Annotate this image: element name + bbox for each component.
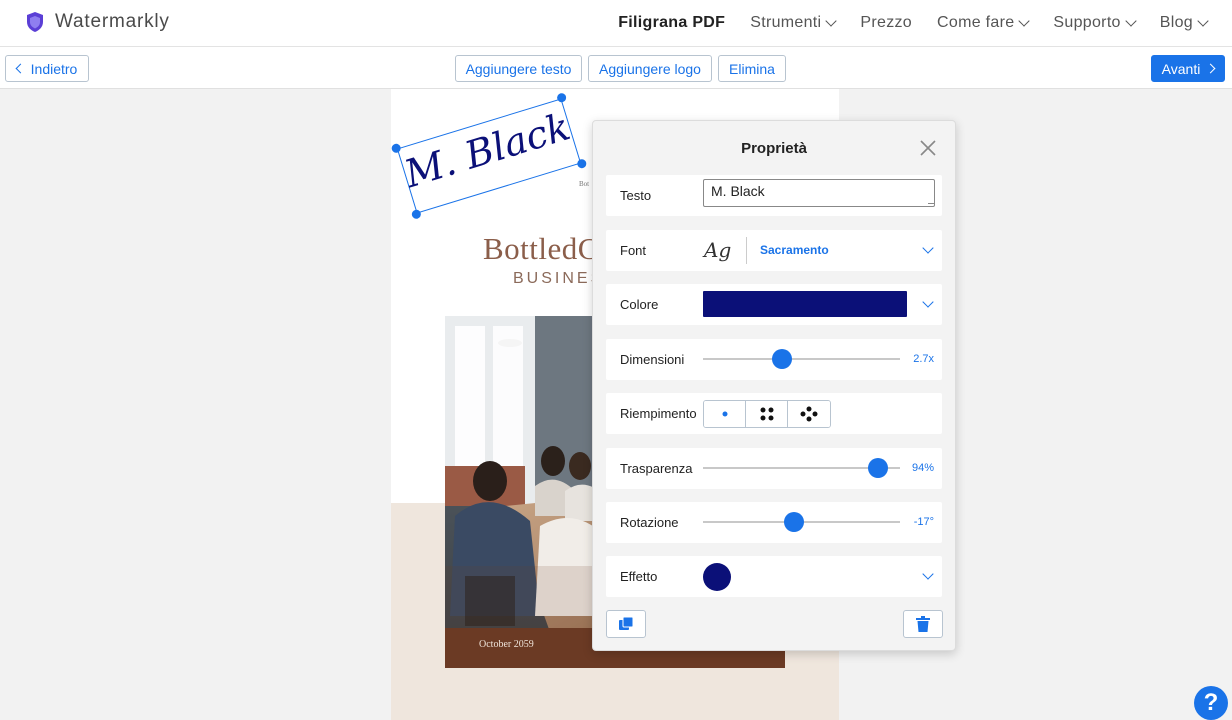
back-label: Indietro — [30, 60, 78, 77]
nav-item-blog[interactable]: Blog — [1159, 14, 1209, 32]
chevron-down-icon — [1197, 15, 1209, 27]
effect-row[interactable]: Effetto — [606, 556, 942, 597]
size-value: 2.7x — [913, 353, 934, 365]
font-label: Font — [620, 243, 647, 258]
nav-label: Filigrana PDF — [618, 14, 726, 31]
size-label: Dimensioni — [620, 352, 685, 367]
nav-label: Supporto — [1053, 14, 1121, 31]
top-navbar: Watermarkly Filigrana PDF Strumenti Prez… — [0, 0, 1232, 47]
nav-label: Blog — [1159, 14, 1193, 31]
properties-panel: Proprietà Testo M. Black Font Ag Sacrame… — [592, 120, 956, 651]
main-nav: Filigrana PDF Strumenti Prezzo Come fare… — [618, 0, 1232, 46]
app-name: Watermarkly — [55, 11, 170, 32]
rotation-slider[interactable] — [703, 512, 900, 532]
page-date: October 2059 — [479, 639, 534, 650]
close-icon[interactable] — [919, 139, 937, 157]
chevron-down-icon — [1018, 15, 1031, 27]
font-row[interactable]: Font Ag Sacramento — [606, 230, 942, 271]
delete-button[interactable]: Elimina — [718, 55, 786, 82]
color-label: Colore — [620, 297, 659, 312]
chevron-down-icon[interactable] — [922, 296, 934, 308]
divider — [746, 237, 747, 264]
single-dot-icon — [722, 411, 727, 417]
editor-toolbar: Indietro Aggiungere testo Aggiungere log… — [0, 47, 1232, 89]
transparency-row: Trasparenza 94% — [606, 448, 942, 489]
transparency-value: 94% — [911, 462, 934, 474]
chevron-left-icon — [15, 63, 26, 74]
fill-diagonal-button[interactable] — [788, 401, 830, 427]
panel-title: Proprietà — [741, 140, 807, 157]
chevron-down-icon[interactable] — [922, 568, 934, 580]
text-label: Testo — [620, 188, 652, 203]
next-label: Avanti — [1161, 60, 1201, 77]
nav-item-strumenti[interactable]: Strumenti — [750, 14, 838, 32]
chevron-down-icon[interactable] — [922, 242, 934, 254]
color-swatch[interactable] — [703, 291, 907, 317]
help-button[interactable]: ? — [1194, 686, 1228, 720]
text-field[interactable]: M. Black — [703, 179, 935, 207]
transparency-label: Trasparenza — [620, 461, 693, 476]
back-button[interactable]: Indietro — [5, 55, 89, 82]
shield-logo-icon — [27, 12, 43, 32]
fill-single-button[interactable] — [704, 401, 746, 427]
nav-label: Prezzo — [860, 14, 913, 31]
nav-item-prezzo[interactable]: Prezzo — [860, 14, 912, 32]
fill-row: Riempimento — [606, 393, 942, 434]
chevron-down-icon — [825, 15, 838, 27]
page-small-text: Bot — [579, 180, 590, 188]
slider-knob[interactable] — [771, 349, 792, 369]
delete-object-button[interactable] — [903, 610, 943, 638]
fill-options — [703, 400, 831, 428]
fill-label: Riempimento — [620, 406, 697, 421]
add-text-button[interactable]: Aggiungere testo — [455, 55, 582, 82]
trash-icon — [916, 616, 930, 632]
size-slider[interactable] — [703, 349, 900, 369]
next-button[interactable]: Avanti — [1151, 55, 1225, 82]
effect-label: Effetto — [620, 569, 658, 584]
nav-item-supporto[interactable]: Supporto — [1053, 14, 1137, 32]
transparency-slider[interactable] — [703, 458, 900, 478]
nav-label: Strumenti — [750, 14, 822, 31]
resize-grip-icon — [928, 197, 935, 204]
slider-knob[interactable] — [868, 458, 889, 478]
rotation-label: Rotazione — [620, 515, 679, 530]
rotation-value: -17° — [913, 516, 934, 528]
add-logo-button[interactable]: Aggiungere logo — [588, 55, 712, 82]
fill-grid-button[interactable] — [746, 401, 788, 427]
nav-item-come-fare[interactable]: Come fare — [937, 14, 1031, 32]
logo[interactable]: Watermarkly — [25, 11, 170, 33]
grid-dots-icon — [760, 407, 773, 421]
page-subtitle: BUSINES — [513, 270, 605, 287]
effect-color-dot[interactable] — [703, 563, 731, 591]
slider-knob[interactable] — [783, 512, 804, 532]
rotation-row: Rotazione -17° — [606, 502, 942, 543]
font-preview: Ag — [704, 238, 732, 262]
duplicate-button[interactable] — [606, 610, 646, 638]
nav-item-filigrana-pdf[interactable]: Filigrana PDF — [618, 14, 725, 32]
chevron-down-icon — [1125, 15, 1137, 27]
page-title: BottledC — [483, 231, 599, 266]
text-row: Testo M. Black — [606, 175, 942, 216]
diagonal-dots-icon — [800, 406, 818, 422]
font-name: Sacramento — [760, 243, 829, 257]
nav-label: Come fare — [937, 14, 1015, 31]
copy-icon — [619, 616, 634, 630]
chevron-right-icon — [1205, 63, 1216, 74]
color-row: Colore — [606, 284, 942, 325]
size-row: Dimensioni 2.7x — [606, 339, 942, 380]
